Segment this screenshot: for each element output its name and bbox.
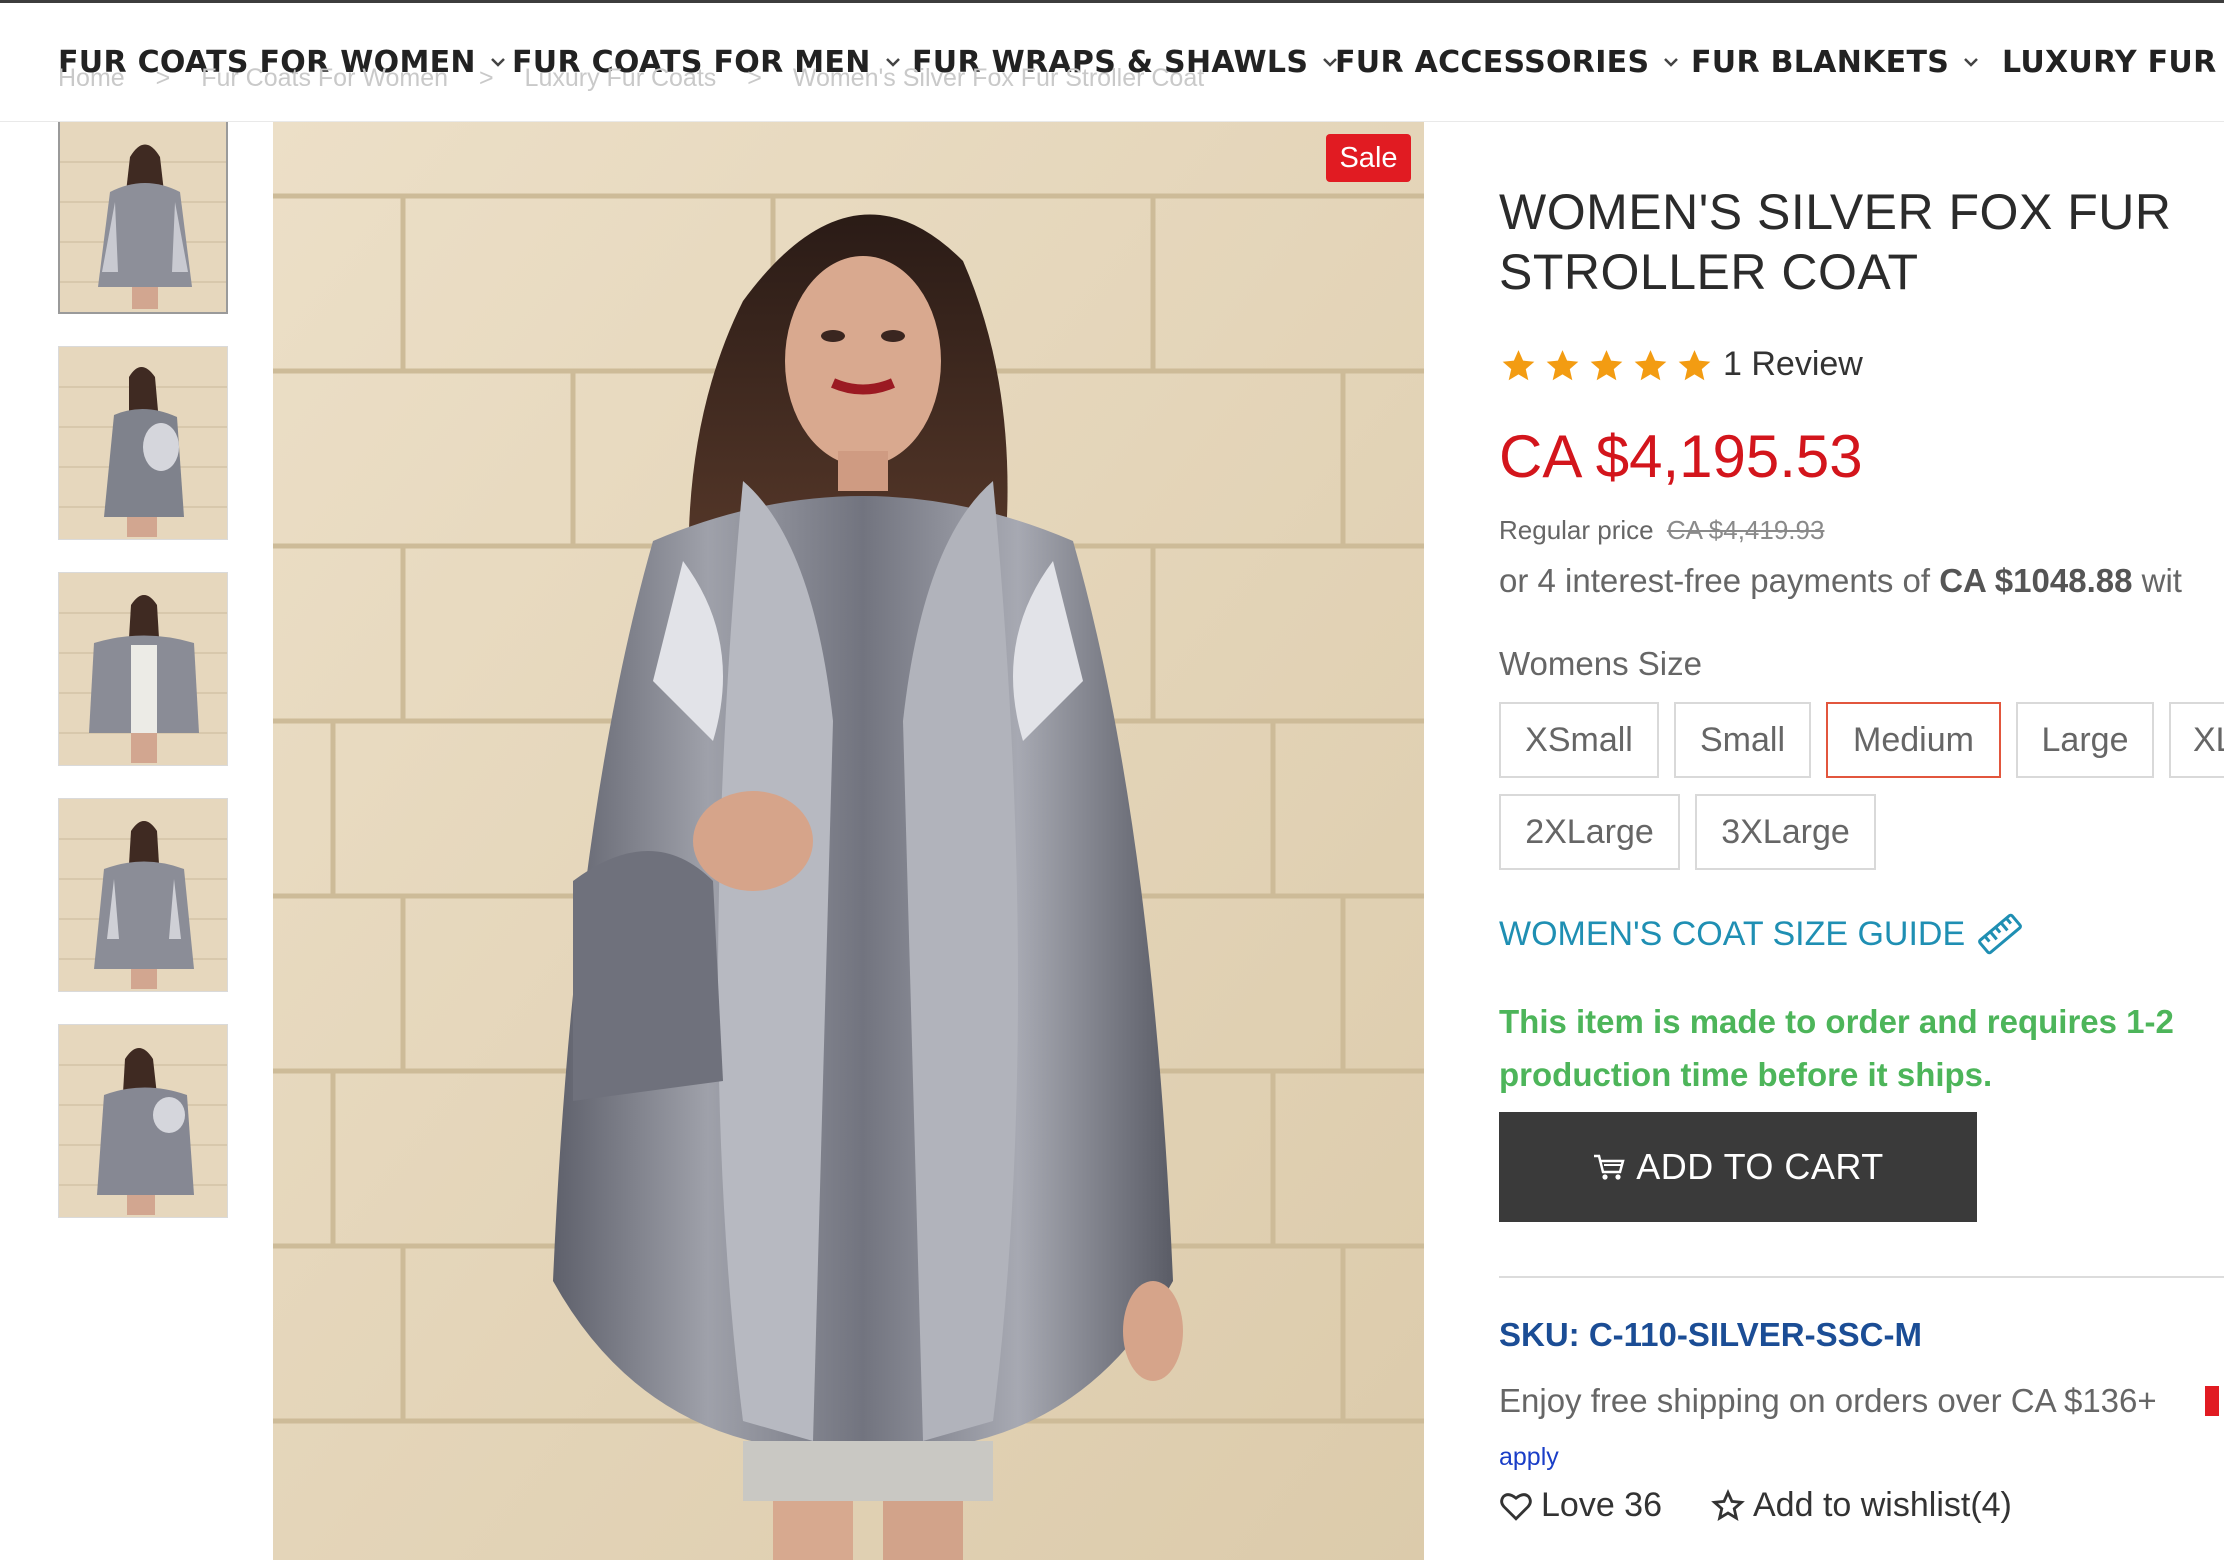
review-count-link[interactable]: 1 Review bbox=[1723, 345, 1863, 384]
installment-prefix: or 4 interest-free payments of bbox=[1499, 562, 1931, 599]
installment-amount: CA $1048.88 bbox=[1939, 562, 2133, 599]
add-to-cart-label: ADD TO CART bbox=[1636, 1146, 1884, 1187]
size-option-2xlarge[interactable]: 2XLarge bbox=[1499, 794, 1680, 870]
thumbnail-image bbox=[59, 573, 227, 765]
star-icon bbox=[1590, 350, 1623, 381]
notice-line-1: This item is made to order and requires … bbox=[1499, 1003, 2174, 1040]
add-to-cart-button[interactable]: ADD TO CART bbox=[1499, 1112, 1977, 1222]
nav-item-label: FUR BLANKETS bbox=[1691, 44, 1950, 80]
nav-item-label: FUR ACCESSORIES bbox=[1335, 44, 1650, 80]
nav-item-fur-accessories[interactable]: FUR ACCESSORIES bbox=[1335, 37, 1681, 87]
thumbnail-image bbox=[59, 1025, 227, 1217]
product-main-image[interactable] bbox=[273, 121, 1424, 1560]
apply-link[interactable]: apply bbox=[1499, 1443, 1559, 1472]
installment-suffix: wit bbox=[2141, 562, 2182, 599]
size-option-small[interactable]: Small bbox=[1674, 702, 1811, 778]
nav-item-fur-blankets[interactable]: FUR BLANKETS bbox=[1691, 37, 1981, 87]
thumbnail-5[interactable] bbox=[58, 1024, 228, 1218]
thumbnail-2[interactable] bbox=[58, 346, 228, 540]
installment-info: or 4 interest-free payments of CA $1048.… bbox=[1499, 562, 2182, 600]
breadcrumb-separator: > bbox=[155, 64, 171, 92]
breadcrumb-current: Women's Silver Fox Fur Stroller Coat bbox=[792, 64, 1205, 92]
size-option-large[interactable]: Large bbox=[2016, 702, 2154, 778]
heart-icon bbox=[1500, 1492, 1532, 1521]
free-shipping-text: Enjoy free shipping on orders over CA $1… bbox=[1499, 1382, 2157, 1419]
star-icon bbox=[1502, 350, 1535, 381]
size-option-xsmall[interactable]: XSmall bbox=[1499, 702, 1659, 778]
product-photo bbox=[273, 121, 1424, 1560]
regular-price-value: CA $4,419.93 bbox=[1666, 515, 1825, 545]
regular-price-label: Regular price bbox=[1499, 515, 1654, 545]
main-navigation: FUR COATS FOR WOMEN FUR COATS FOR MEN FU… bbox=[0, 3, 2224, 122]
nav-item-label: LUXURY FUR bbox=[2002, 44, 2217, 80]
star-icon bbox=[1546, 350, 1579, 381]
regular-price: Regular price CA $4,419.93 bbox=[1499, 515, 1824, 546]
thumbnail-3[interactable] bbox=[58, 572, 228, 766]
size-guide-link[interactable]: WOMEN'S COAT SIZE GUIDE bbox=[1499, 912, 2025, 956]
thumbnail-1[interactable] bbox=[58, 120, 228, 314]
section-divider bbox=[1499, 1276, 2224, 1278]
nav-item-luxury-fur[interactable]: LUXURY FUR bbox=[2002, 37, 2216, 87]
product-title: WOMEN'S SILVER FOX FUR STROLLER COAT bbox=[1499, 184, 2172, 300]
ruler-icon bbox=[1978, 913, 2023, 955]
size-option-medium[interactable]: Medium bbox=[1826, 702, 2001, 778]
canada-flag-icon bbox=[2205, 1386, 2219, 1416]
chevron-down-icon bbox=[1964, 58, 1979, 67]
size-label: Womens Size bbox=[1499, 645, 1702, 682]
notice-line-2: production time before it ships. bbox=[1499, 1056, 1993, 1093]
wishlist-label: Add to wishlist(4) bbox=[1753, 1486, 2012, 1524]
star-icon bbox=[1634, 350, 1667, 381]
sale-badge: Sale bbox=[1326, 134, 1411, 182]
breadcrumb-fur-coats-women[interactable]: Fur Coats For Women bbox=[201, 64, 448, 92]
size-option-3xlarge[interactable]: 3XLarge bbox=[1695, 794, 1876, 870]
breadcrumb: Home > Fur Coats For Women > Luxury Fur … bbox=[58, 64, 1228, 93]
star-outline-icon bbox=[1711, 1488, 1745, 1521]
breadcrumb-separator: > bbox=[478, 64, 494, 92]
sku-text: SKU: C-110-SILVER-SSC-M bbox=[1499, 1316, 1922, 1353]
made-to-order-notice: This item is made to order and requires … bbox=[1499, 995, 2174, 1101]
breadcrumb-luxury-fur-coats[interactable]: Luxury Fur Coats bbox=[525, 64, 717, 92]
breadcrumb-separator: > bbox=[747, 64, 762, 92]
love-button[interactable]: Love 36 bbox=[1499, 1486, 1662, 1525]
thumbnail-image bbox=[60, 122, 226, 312]
sale-price: CA $4,195.53 bbox=[1499, 423, 1863, 490]
add-to-wishlist-button[interactable]: Add to wishlist(4) bbox=[1711, 1486, 2012, 1525]
size-guide-label: WOMEN'S COAT SIZE GUIDE bbox=[1499, 914, 1966, 953]
thumbnail-4[interactable] bbox=[58, 798, 228, 992]
cart-icon bbox=[1594, 1154, 1625, 1180]
breadcrumb-home[interactable]: Home bbox=[58, 64, 125, 92]
thumbnail-image bbox=[59, 799, 227, 991]
star-icon bbox=[1678, 350, 1711, 381]
rating-stars[interactable] bbox=[1499, 347, 1719, 385]
chevron-down-icon bbox=[1664, 58, 1679, 67]
thumbnail-image bbox=[59, 347, 227, 539]
love-count: Love 36 bbox=[1541, 1486, 1662, 1524]
product-info: WOMEN'S SILVER FOX FUR STROLLER COAT 1 R… bbox=[1499, 0, 2224, 1560]
size-option-xl[interactable]: XL bbox=[2169, 702, 2224, 778]
